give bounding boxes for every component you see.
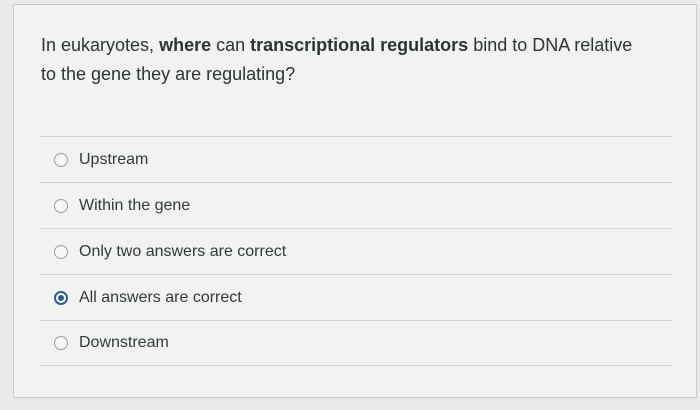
question-card: In eukaryotes, where can transcriptional… — [13, 4, 697, 398]
question-part: In eukaryotes, — [41, 35, 160, 55]
answer-list: Upstream Within the gene Only two answer… — [40, 136, 672, 366]
answer-option-upstream[interactable]: Upstream — [40, 136, 672, 182]
answer-label: Only two answers are correct — [79, 242, 287, 260]
radio-button[interactable] — [54, 152, 68, 167]
answer-label: Upstream — [79, 150, 149, 168]
answer-option-all-correct[interactable]: All answers are correct — [40, 274, 672, 320]
answer-option-downstream[interactable]: Downstream — [40, 320, 672, 366]
radio-button[interactable] — [54, 336, 68, 350]
answer-label: Downstream — [79, 334, 169, 351]
question-text: In eukaryotes, where can transcriptional… — [41, 31, 681, 89]
question-part: can — [211, 35, 251, 55]
question-part-bold: transcriptional regulators — [250, 35, 469, 55]
question-part-bold: where — [159, 35, 212, 55]
answer-label: Within the gene — [79, 196, 191, 214]
question-part: bind to DNA relative — [468, 35, 633, 55]
radio-button-selected[interactable] — [54, 290, 68, 305]
answer-option-two-correct[interactable]: Only two answers are correct — [40, 228, 672, 274]
question-part: to the gene they are regulating? — [41, 64, 296, 84]
radio-button[interactable] — [54, 198, 68, 213]
answer-label: All answers are correct — [79, 288, 242, 306]
answer-option-within-gene[interactable]: Within the gene — [40, 182, 672, 228]
radio-button[interactable] — [54, 244, 68, 259]
